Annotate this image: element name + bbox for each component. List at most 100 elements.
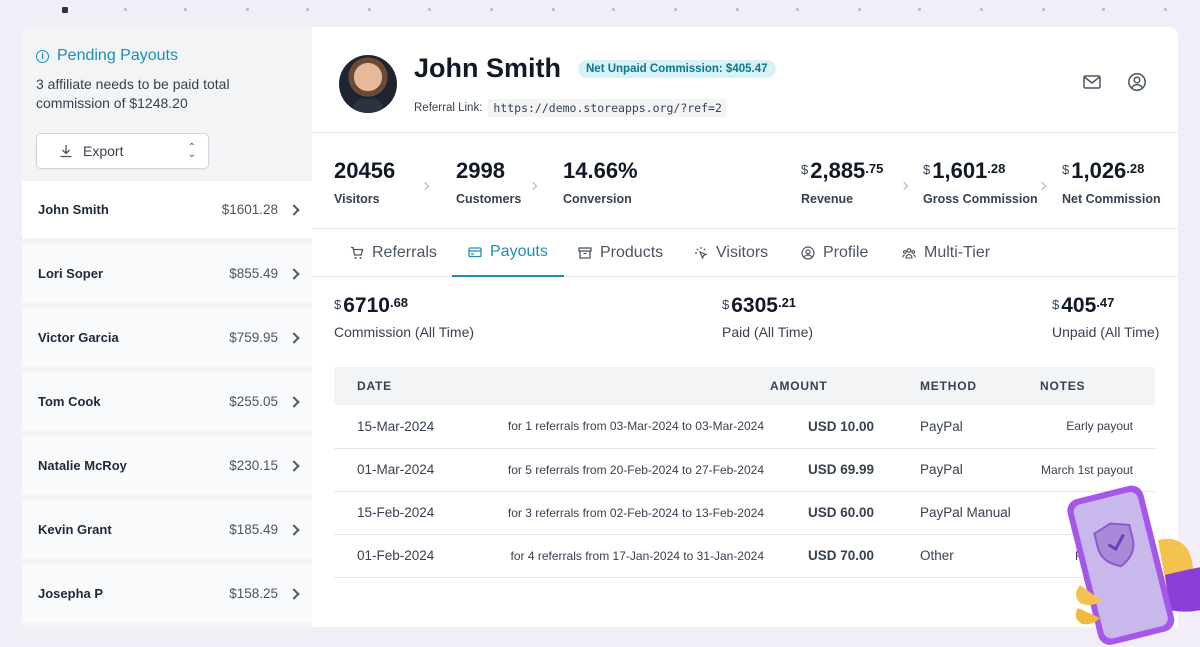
summary-whole: 6305 [731, 294, 778, 317]
tab-label: Referrals [372, 244, 437, 261]
table-row: 01-Mar-2024 for 5 referrals from 20-Feb-… [334, 448, 1155, 492]
affiliate-name: Kevin Grant [38, 522, 112, 537]
stats-bar: 20456 Visitors 2998 Customers 14.66% Con… [312, 133, 1178, 229]
chevron-right-icon [288, 203, 300, 216]
table-header-row: DATE AMOUNT METHOD NOTES [334, 367, 1155, 405]
column-header-description [484, 367, 770, 405]
currency-symbol: $ [923, 162, 931, 177]
stat-revenue: $2,885.75 Revenue [801, 158, 883, 206]
stat-label: Revenue [801, 192, 854, 206]
tab-label: Multi-Tier [924, 244, 991, 261]
download-icon [60, 145, 72, 158]
tab-label: Payouts [490, 243, 548, 260]
list-item[interactable]: Lori Soper $855.49 [22, 245, 312, 302]
payout-description: for 5 referrals from 20-Feb-2024 to 27-F… [484, 448, 770, 492]
affiliate-list: John Smith $1601.28 Lori Soper $855.49 V… [22, 181, 312, 629]
tab-profile[interactable]: Profile [801, 229, 868, 277]
tab-multi-tier[interactable]: Multi-Tier [902, 229, 990, 277]
list-item[interactable]: Tom Cook $255.05 [22, 373, 312, 430]
column-header-amount: AMOUNT [770, 367, 880, 405]
affiliate-name: Victor Garcia [38, 330, 119, 345]
credit-card-icon [468, 247, 482, 258]
tab-payouts[interactable]: Payouts [452, 229, 564, 277]
summary-whole: 405 [1061, 294, 1097, 317]
payout-description: for 3 referrals from 02-Feb-2024 to 13-F… [484, 491, 770, 535]
avatar [339, 55, 397, 113]
stat-value: 20456 [334, 158, 396, 183]
affiliate-amount: $230.15 [229, 458, 278, 473]
pending-payouts-description: 3 affiliate needs to be paid total commi… [36, 76, 230, 111]
currency-symbol: $ [722, 297, 730, 312]
stat-label: Conversion [563, 192, 632, 206]
tab-label: Products [600, 244, 664, 261]
payout-amount: USD 60.00 [770, 491, 880, 535]
affiliate-amount: $759.95 [229, 330, 278, 345]
stat-whole: 2,885 [810, 158, 866, 183]
chevron-right-icon [288, 587, 300, 600]
user-circle-icon[interactable] [1127, 72, 1147, 92]
affiliate-amount: $855.49 [229, 266, 278, 281]
affiliate-detail-panel: John Smith Net Unpaid Commission: $405.4… [312, 27, 1178, 627]
stat-value: $1,026.28 [1062, 158, 1161, 184]
stat-whole: 1,601 [932, 158, 988, 183]
column-header-notes: NOTES [1040, 367, 1155, 405]
stat-value: 14.66% [563, 158, 638, 183]
affiliate-amount: $185.49 [229, 522, 278, 537]
stat-whole: 1,026 [1071, 158, 1127, 183]
summary-value: $6710.68 [334, 294, 474, 318]
summary-paid: $6305.21 Paid (All Time) [722, 294, 813, 340]
cursor-click-icon [695, 247, 708, 260]
table-row: 15-Mar-2024 for 1 referrals from 03-Mar-… [334, 405, 1155, 449]
list-item[interactable]: Josepha P $158.25 [22, 565, 312, 622]
table-row: 15-Feb-2024 for 3 referrals from 02-Feb-… [334, 491, 1155, 535]
user-group-icon [902, 248, 916, 259]
tab-referrals[interactable]: Referrals [350, 229, 437, 277]
list-item[interactable]: Natalie McRoy $230.15 [22, 437, 312, 494]
payout-amount: USD 10.00 [770, 405, 880, 449]
list-item[interactable]: Kevin Grant $185.49 [22, 501, 312, 558]
stat-visitors: 20456 Visitors [334, 158, 395, 206]
referral-link-row: Referral Link: https://demo.storeapps.or… [414, 99, 727, 117]
chevron-right-icon [1037, 181, 1047, 191]
payout-amount: USD 70.00 [770, 534, 880, 578]
pending-payouts-panel: i Pending Payouts 3 affiliate needs to b… [22, 27, 312, 169]
chevron-right-icon [288, 395, 300, 408]
tab-products[interactable]: Products [578, 229, 663, 277]
affiliate-name: Natalie McRoy [38, 458, 127, 473]
list-item[interactable]: John Smith $1601.28 [22, 181, 312, 238]
affiliate-amount: $255.05 [229, 394, 278, 409]
list-item[interactable]: Victor Garcia $759.95 [22, 309, 312, 366]
export-button[interactable]: Export ⌃ ⌄ [36, 133, 209, 169]
referral-link-url[interactable]: https://demo.storeapps.org/?ref=2 [488, 99, 727, 117]
chevron-right-icon [420, 181, 430, 191]
mail-icon[interactable] [1082, 72, 1102, 92]
tab-label: Visitors [716, 244, 769, 261]
affiliate-name: John Smith [38, 202, 109, 217]
stat-decimal: .28 [1126, 161, 1145, 176]
stat-label: Gross Commission [923, 192, 1038, 206]
export-label: Export [83, 143, 124, 159]
chevron-right-icon [528, 181, 538, 191]
stat-value: $2,885.75 [801, 158, 883, 184]
referral-link-label: Referral Link: [414, 102, 483, 114]
payout-date: 01-Feb-2024 [334, 534, 484, 578]
column-header-date: DATE [334, 367, 484, 405]
summary-label: Commission (All Time) [334, 324, 475, 340]
affiliate-name: Lori Soper [38, 266, 104, 281]
currency-symbol: $ [801, 162, 809, 177]
net-unpaid-badge: Net Unpaid Commission: $405.47 [578, 60, 776, 78]
column-header-method: METHOD [880, 367, 1040, 405]
payout-amount: USD 69.99 [770, 448, 880, 492]
tab-label: Profile [823, 244, 869, 261]
summary-decimal: .68 [389, 295, 409, 310]
summary-whole: 6710 [343, 294, 390, 317]
payouts-table: DATE AMOUNT METHOD NOTES 15-Mar-2024 for… [334, 367, 1155, 578]
tab-visitors[interactable]: Visitors [694, 229, 768, 277]
payout-method: PayPal [880, 448, 1040, 492]
currency-symbol: $ [1052, 297, 1060, 312]
chevron-right-icon [288, 523, 300, 536]
currency-symbol: $ [334, 297, 342, 312]
payout-description: for 4 referrals from 17-Jan-2024 to 31-J… [484, 534, 770, 578]
summary-value: $405.47 [1052, 294, 1159, 318]
affiliate-name: Tom Cook [38, 394, 101, 409]
